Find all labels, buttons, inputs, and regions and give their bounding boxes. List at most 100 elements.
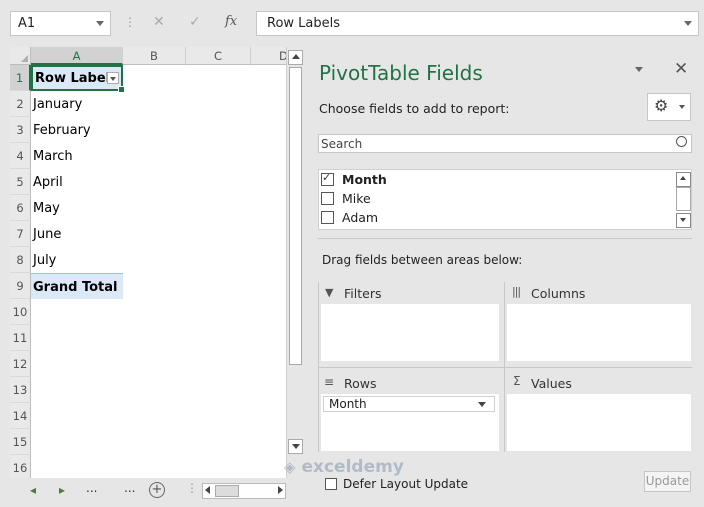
row-header[interactable]: 4 (10, 143, 31, 169)
row-header[interactable]: 11 (10, 325, 31, 351)
ellipsis-right-button[interactable]: ... (124, 481, 135, 495)
add-sheet-icon[interactable]: + (149, 482, 165, 498)
filter-dropdown-icon[interactable] (107, 72, 119, 84)
scroll-down-icon[interactable] (288, 439, 303, 454)
field-item-adam[interactable]: Adam (321, 210, 378, 228)
rows-drop-zone[interactable]: Month (321, 394, 499, 451)
cancel-icon[interactable]: ✕ (153, 14, 165, 30)
expand-formula-icon[interactable] (684, 21, 692, 26)
search-input[interactable]: Search (318, 134, 692, 153)
row-header[interactable]: 12 (10, 351, 31, 377)
filters-drop-zone[interactable] (321, 304, 499, 361)
close-icon[interactable]: ✕ (674, 59, 688, 79)
row-header[interactable]: 2 (10, 91, 31, 117)
cell-a4[interactable]: March (31, 143, 123, 169)
field-label: Adam (342, 210, 379, 225)
ellipsis-left-button[interactable]: ... (86, 481, 97, 495)
checkbox-icon[interactable] (321, 211, 334, 224)
row-header[interactable]: 9 (10, 273, 31, 299)
vertical-scrollbar[interactable] (286, 47, 304, 478)
formula-value: Row Labels (267, 16, 341, 31)
insert-function-icon[interactable]: fx (225, 14, 237, 29)
scroll-left-arrow-icon[interactable] (205, 486, 210, 494)
cell-a2[interactable]: January (31, 91, 123, 117)
formula-bar: A1 ⋮ ✕ ✓ fx Row Labels (0, 0, 704, 46)
select-all-corner[interactable] (10, 47, 31, 65)
search-icon (676, 136, 687, 147)
divider (318, 367, 692, 368)
cell-a9[interactable]: Grand Total (31, 273, 123, 299)
columns-drop-zone[interactable] (507, 304, 691, 361)
watermark-text: exceldemy (301, 457, 404, 477)
row-header[interactable]: 7 (10, 221, 31, 247)
drag-handle-icon[interactable]: ⋮ (124, 15, 136, 29)
column-header-d[interactable]: D (251, 47, 286, 65)
column-header-c[interactable]: C (186, 47, 251, 65)
cell-a8[interactable]: July (31, 247, 123, 273)
column-header-b[interactable]: B (123, 47, 186, 65)
row-header[interactable]: 8 (10, 247, 31, 273)
defer-label: Defer Layout Update (343, 477, 469, 491)
cell-a3[interactable]: February (31, 117, 123, 143)
values-area-title: Values (531, 376, 572, 391)
scroll-up-icon[interactable] (288, 50, 303, 65)
formula-input[interactable]: Row Labels (256, 11, 699, 36)
row-header[interactable]: 3 (10, 117, 31, 143)
divider-icon[interactable]: ⋮ (186, 481, 198, 495)
field-item-month[interactable]: ✓ Month (321, 171, 387, 190)
cell-a6[interactable]: May (31, 195, 123, 221)
cell-text: Row Labels (35, 71, 118, 86)
filters-area-title: Filters (344, 286, 382, 301)
cell-a7[interactable]: June (31, 221, 123, 247)
row-header[interactable]: 5 (10, 169, 31, 195)
columns-icon: ||| (512, 285, 521, 298)
row-header[interactable]: 10 (10, 299, 31, 325)
name-box[interactable]: A1 (10, 11, 111, 36)
scroll-right-arrow-icon[interactable] (278, 486, 283, 494)
scroll-thumb[interactable] (289, 67, 302, 365)
divider (318, 238, 692, 239)
worksheet-grid[interactable]: A B C D 1 2 3 4 5 6 7 8 9 10 11 12 13 14… (10, 47, 286, 478)
row-header[interactable]: 16 (10, 455, 31, 478)
tools-button[interactable]: ⚙ (647, 93, 691, 121)
checkbox-icon[interactable] (321, 192, 334, 205)
checkbox-checked-icon[interactable]: ✓ (321, 171, 334, 186)
list-scroll-thumb[interactable] (676, 187, 691, 211)
list-scroll-up-icon[interactable] (676, 172, 691, 187)
row-header[interactable]: 6 (10, 195, 31, 221)
field-list: ✓ Month Mike Adam (318, 169, 692, 230)
chevron-down-icon[interactable] (478, 402, 486, 407)
scroll-thumb[interactable] (215, 485, 239, 497)
filter-icon: ▼ (325, 286, 334, 299)
drag-hint: Drag fields between areas below: (322, 253, 523, 267)
field-item-mike[interactable]: Mike (321, 191, 371, 209)
pivot-fields-pane: PivotTable Fields ✕ Choose fields to add… (284, 47, 704, 507)
enter-icon[interactable]: ✓ (189, 14, 201, 30)
chevron-down-icon[interactable] (96, 21, 104, 26)
search-placeholder: Search (321, 137, 363, 151)
row-header[interactable]: 14 (10, 403, 31, 429)
scroll-left-icon[interactable]: ◂ (30, 483, 36, 497)
pane-subtitle: Choose fields to add to report: (319, 101, 510, 116)
column-header-a[interactable]: A (31, 47, 123, 65)
rows-field-month[interactable]: Month (323, 396, 495, 412)
defer-layout-checkbox[interactable]: Defer Layout Update (325, 477, 468, 491)
row-header[interactable]: 1 (10, 65, 31, 91)
row-header[interactable]: 13 (10, 377, 31, 403)
pane-options-chevron-icon[interactable] (635, 67, 643, 72)
sigma-icon: Σ (513, 374, 521, 388)
checkbox-icon[interactable] (325, 477, 337, 490)
rows-area-title: Rows (344, 376, 377, 391)
chevron-down-icon (679, 105, 685, 109)
logo-icon: ◈ (284, 458, 296, 476)
formula-buttons: ✕ ✓ fx (143, 11, 250, 36)
horizontal-scrollbar[interactable] (202, 483, 286, 499)
name-box-value: A1 (18, 16, 36, 31)
cell-a5[interactable]: April (31, 169, 123, 195)
cell-a1[interactable]: Row Labels (31, 65, 125, 93)
update-button[interactable]: Update (644, 471, 691, 492)
scroll-right-icon[interactable]: ▸ (59, 483, 65, 497)
row-header[interactable]: 15 (10, 429, 31, 455)
values-drop-zone[interactable] (507, 394, 691, 451)
list-scroll-down-icon[interactable] (676, 213, 691, 228)
